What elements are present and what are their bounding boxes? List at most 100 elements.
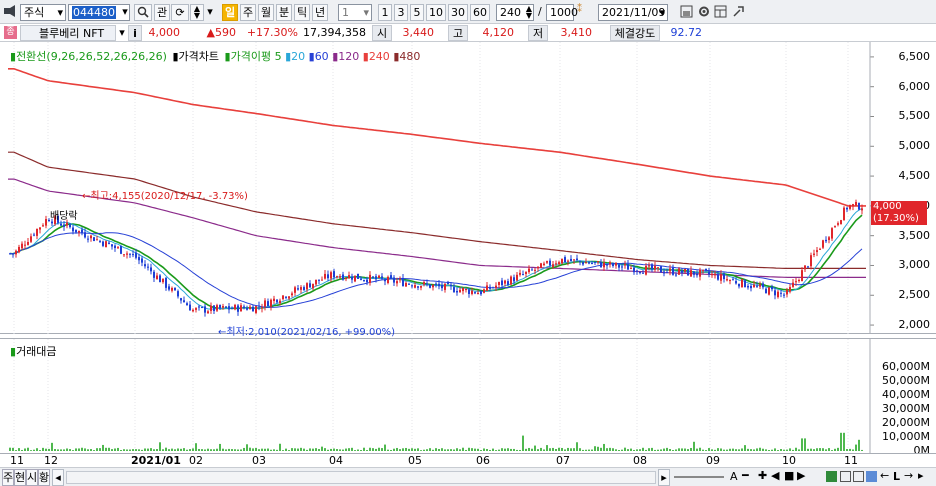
date-select[interactable]: 2021/11/09 ▾: [598, 4, 668, 21]
volume-bar: [150, 448, 152, 451]
scroll-left-button[interactable]: ◂: [52, 469, 64, 486]
left-arrow-icon[interactable]: ←: [880, 469, 889, 482]
horizontal-scrollbar[interactable]: [66, 471, 656, 484]
candle-body: [801, 270, 803, 282]
price-chart-panel[interactable]: ▮전환선(9,26,26,52,26,26,26) ▮가격차트 ▮가격이평 5 …: [0, 42, 936, 338]
volume-bar: [561, 447, 563, 451]
period-60-button[interactable]: 60: [470, 4, 490, 21]
volume-bar: [315, 448, 317, 451]
volume-bar: [660, 449, 662, 451]
market-type-select[interactable]: 주식 ▾: [20, 4, 66, 21]
zoom-text-icon[interactable]: A: [730, 470, 738, 483]
tab-월[interactable]: 월: [258, 4, 274, 21]
volume-bar: [303, 448, 305, 451]
volume-bar: [294, 448, 296, 451]
tab-주[interactable]: 주: [2, 469, 14, 486]
button-label: i: [133, 27, 137, 40]
legend-ma[interactable]: ▮가격이평: [225, 50, 272, 63]
legend-ma120[interactable]: ▮120: [332, 50, 359, 63]
tab-분[interactable]: 분: [276, 4, 292, 21]
stop-icon[interactable]: ■: [784, 469, 794, 482]
volume-bar: [657, 449, 659, 451]
period-5-button[interactable]: 5: [410, 4, 424, 21]
period-30-button[interactable]: 30: [448, 4, 468, 21]
lock-icon[interactable]: [4, 5, 16, 17]
legend-ma5[interactable]: 5: [275, 50, 282, 63]
price-change: ▲590: [196, 25, 240, 41]
excel-icon[interactable]: [826, 471, 837, 482]
image-icon[interactable]: [866, 471, 877, 482]
print-icon[interactable]: [840, 471, 851, 482]
candle-body: [423, 282, 425, 285]
right-arrow-icon[interactable]: →: [904, 469, 913, 482]
tab-년[interactable]: 년: [312, 4, 328, 21]
count-input[interactable]: 240 ▲ ▼: [496, 4, 534, 21]
legend-ma20[interactable]: ▮20: [285, 50, 305, 63]
volume-bar: [162, 449, 164, 451]
up-down-stepper[interactable]: ▲ ▼: [190, 4, 204, 21]
legend-ma240[interactable]: ▮240: [363, 50, 390, 63]
volume-bar: [33, 449, 35, 451]
tab-일[interactable]: 일: [222, 4, 238, 21]
back-icon[interactable]: ◀: [771, 469, 779, 482]
period-10-button[interactable]: 10: [426, 4, 446, 21]
zoom-in-icon[interactable]: ▸: [918, 469, 924, 482]
stock-name-dropdown[interactable]: ▾: [116, 25, 128, 41]
candle-body: [78, 230, 80, 233]
period-1-button[interactable]: 1: [378, 4, 392, 21]
l-icon[interactable]: L: [893, 470, 900, 483]
refresh-button[interactable]: ⟳: [171, 4, 189, 21]
minus-button[interactable]: ▾: [205, 4, 215, 21]
tools-icon[interactable]: [732, 5, 746, 21]
candle-body: [495, 285, 497, 288]
volume-bar: [693, 441, 695, 451]
ma20-line: [9, 207, 863, 310]
count-stepper[interactable]: ▲ ▼: [526, 5, 532, 20]
total-input[interactable]: 1000: [546, 4, 578, 21]
candle-body: [225, 306, 227, 308]
candle-body: [582, 262, 584, 265]
legend-price-chart[interactable]: ▮가격차트: [172, 50, 219, 63]
volume-bar: [231, 449, 233, 451]
legend-ma60[interactable]: ▮60: [309, 50, 329, 63]
settings-icon[interactable]: [697, 5, 711, 21]
tab-황[interactable]: 황: [38, 469, 50, 486]
period-3-button[interactable]: 3: [394, 4, 408, 21]
legend-ma480[interactable]: ▮480: [393, 50, 420, 63]
volume-bar: [678, 448, 680, 451]
search-button[interactable]: [134, 4, 152, 21]
volume-bar: [468, 447, 470, 451]
volume-bar: [45, 448, 47, 451]
candle-body: [441, 284, 443, 289]
plus-icon[interactable]: ✚: [758, 469, 767, 482]
tab-관[interactable]: 관: [154, 4, 170, 21]
tab-틱[interactable]: 틱: [294, 4, 310, 21]
candle-body: [510, 276, 512, 285]
volume-bar: [759, 447, 761, 451]
play-icon[interactable]: ▶: [797, 469, 805, 482]
candle-body: [108, 242, 110, 244]
copy-icon[interactable]: [853, 471, 864, 482]
volume-bar: [594, 446, 596, 451]
info-button[interactable]: i: [128, 25, 142, 41]
zoom-slider[interactable]: [674, 476, 724, 478]
candle-body: [99, 240, 101, 242]
volume-panel[interactable]: ▮거래대금 60,000M 50,000M 40,000M 30,000M 20,000…: [0, 338, 936, 457]
candle-body: [393, 277, 395, 283]
options-icon[interactable]: ⁑: [577, 4, 582, 15]
period-select[interactable]: 1 ▾: [338, 4, 372, 21]
volume-tick-label: 30,000M: [882, 402, 930, 415]
stock-name[interactable]: 블루베리 NFT: [20, 25, 116, 41]
tab-시[interactable]: 시: [26, 469, 38, 486]
layout-icon[interactable]: [714, 5, 728, 21]
stock-code-dropdown[interactable]: ▾: [118, 4, 132, 21]
save-icon[interactable]: [680, 5, 694, 21]
current-price-value: 4,000: [148, 26, 181, 39]
candle-body: [81, 229, 83, 234]
tab-주[interactable]: 주: [240, 4, 256, 21]
tab-현[interactable]: 현: [14, 469, 26, 486]
legend-ichimoku[interactable]: ▮전환선(9,26,26,52,26,26,26): [10, 50, 167, 63]
minus-icon[interactable]: ━: [742, 469, 749, 482]
scroll-right-button[interactable]: ▸: [658, 469, 670, 486]
slash-separator: /: [538, 5, 542, 18]
